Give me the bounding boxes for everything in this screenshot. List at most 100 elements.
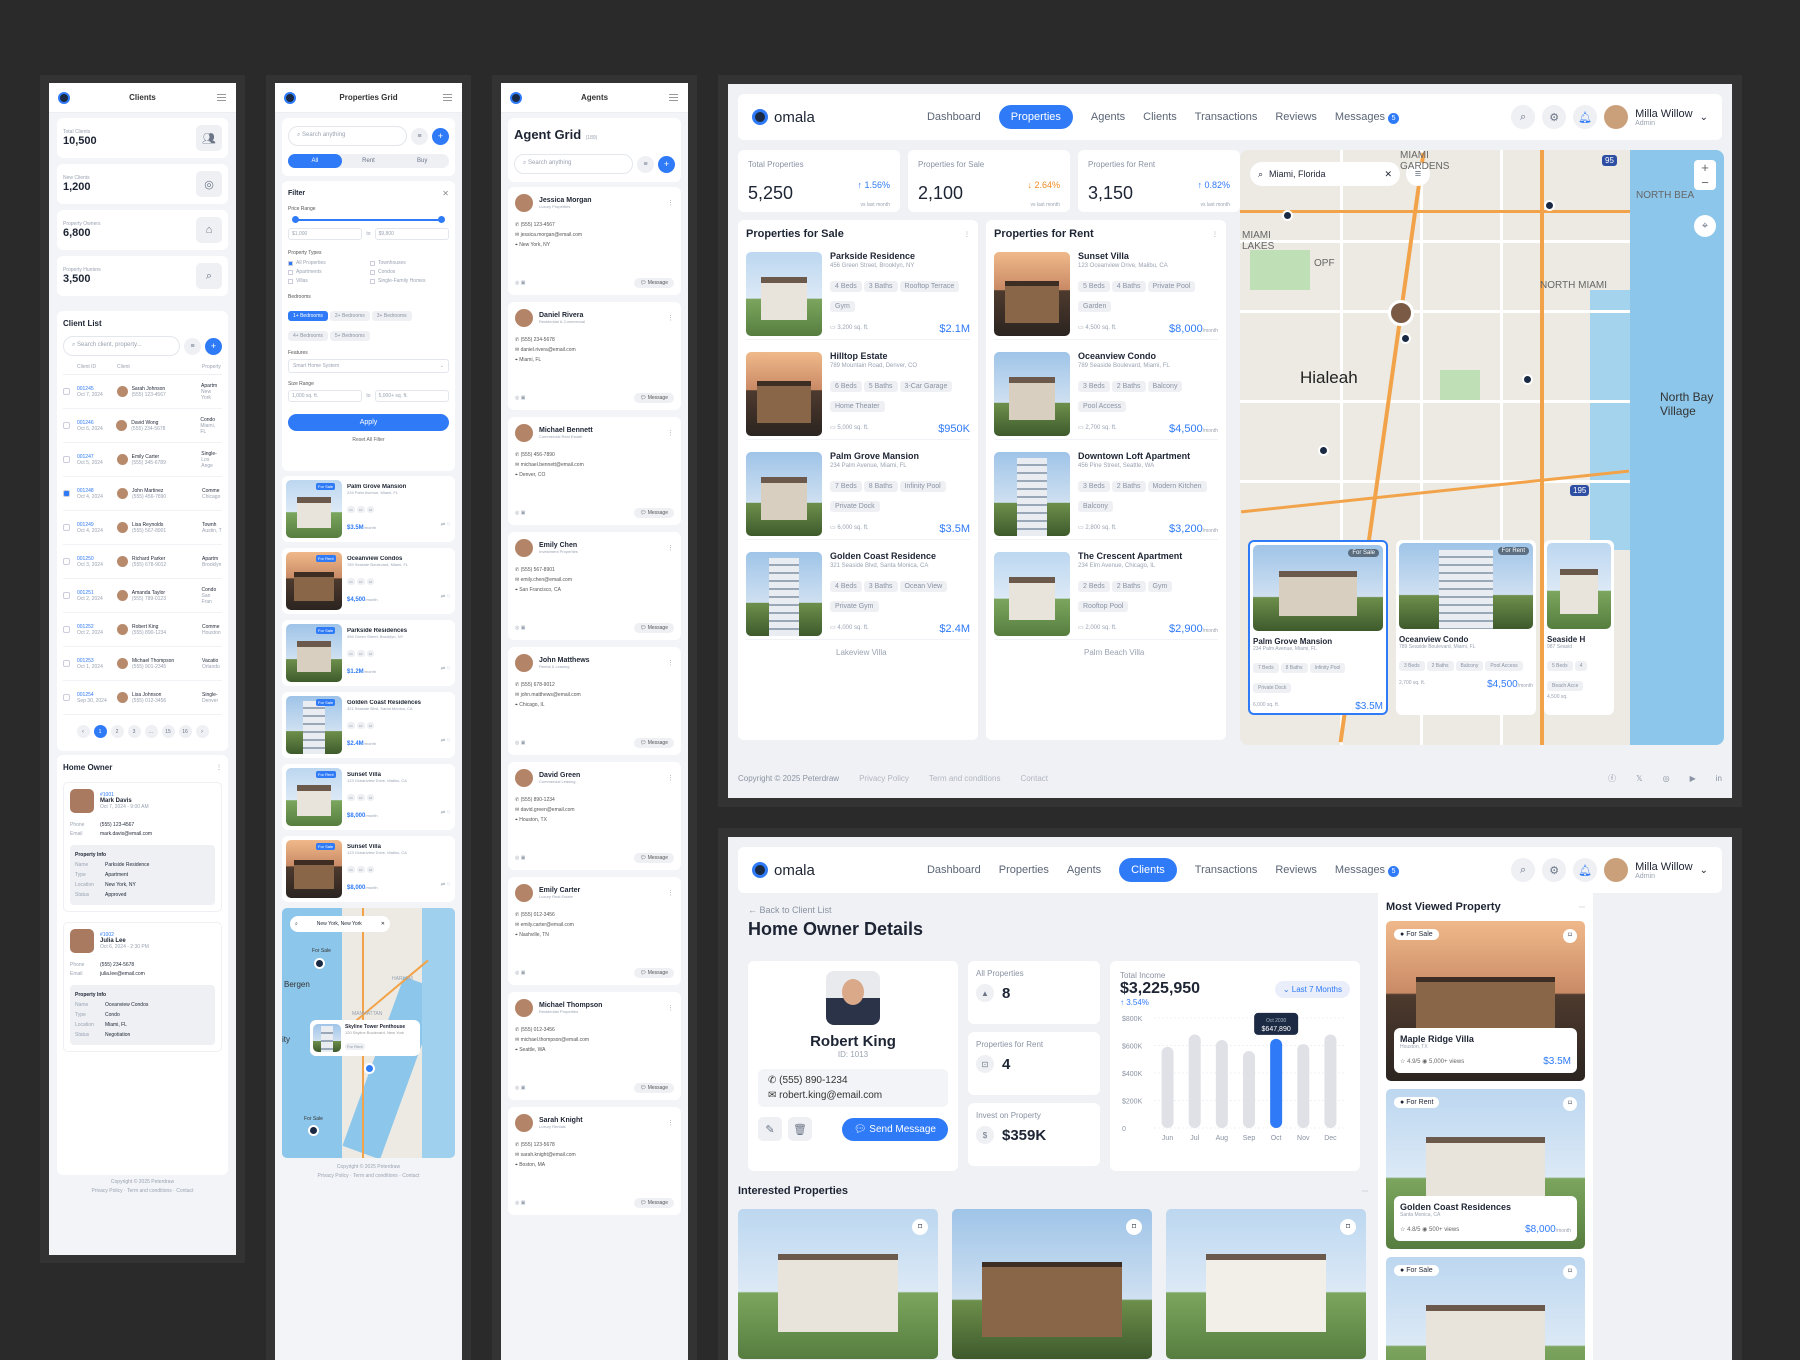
social-icon[interactable]: ▣ [521, 510, 526, 516]
add-client-button[interactable]: + [205, 337, 222, 355]
property-item[interactable]: Sunset Villa 123 Oceanview Drive, Malibu,… [994, 248, 1218, 340]
message-button[interactable]: 💬︎ Message [633, 853, 674, 863]
search-icon[interactable]: ⌕ [1511, 858, 1536, 882]
bedroom-option[interactable]: 1+ Bedrooms [288, 311, 328, 321]
row-checkbox[interactable] [63, 388, 70, 395]
map-property-card[interactable]: For Sale Palm Grove Mansion 234 Palm Aven… [1248, 540, 1388, 715]
avatar[interactable] [1604, 858, 1629, 882]
price-min-field[interactable]: $1,000 [288, 228, 363, 240]
map-property-card[interactable]: For Rent Oceanview Condo 789 Seaside Boul… [1396, 540, 1536, 715]
property-card[interactable]: For Rent Sunset Villa 123 Oceanview Drive… [282, 764, 455, 830]
social-icon[interactable]: ▣ [521, 280, 526, 286]
table-row[interactable]: 001248 Oct 4, 2024 John Martinez (555) 456… [63, 477, 222, 511]
filter-icon[interactable]: ≡ [411, 127, 428, 145]
chevron-down-icon[interactable]: ⌄ [1700, 112, 1708, 123]
social-icon[interactable]: ◎ [515, 1085, 519, 1091]
more-icon[interactable]: ⋮ [216, 764, 222, 771]
social-icon[interactable]: ◎ [515, 395, 519, 401]
agent-card[interactable]: Emily Carter Luxury Real Estate ⋮ ✆ (555) … [508, 877, 681, 985]
more-icon[interactable]: ⋮ [1212, 231, 1218, 238]
owner-item[interactable]: #1001 Mark Davis Oct 7, 2024 - 9:00 AM Pho… [63, 782, 222, 912]
nav-messages[interactable]: Messages 5 [1335, 111, 1400, 124]
type-checkbox[interactable]: Condos [370, 269, 449, 275]
nav-clients[interactable]: Clients [1119, 858, 1177, 882]
agent-card[interactable]: John Matthews Rental & Leasing ⋮ ✆ (555) 6… [508, 647, 681, 755]
size-min-field[interactable]: 1,000 sq. ft. [288, 390, 363, 402]
property-card[interactable]: For Sale Golden Coast Residences 321 Seas… [282, 692, 455, 758]
row-checkbox[interactable] [63, 490, 70, 497]
avatar[interactable] [1604, 105, 1629, 129]
social-icon[interactable]: ◎ [515, 625, 519, 631]
property-item[interactable]: Hilltop Estate 789 Mountain Road, Denver,… [746, 348, 970, 440]
social-icon[interactable]: ◎ [515, 855, 519, 861]
next-page-button[interactable]: › [195, 725, 209, 738]
search-input[interactable]: ⌕ Search anything [288, 126, 407, 146]
close-icon[interactable]: ✕ [442, 189, 449, 198]
bell-icon[interactable]: 🔔︎ [1573, 105, 1598, 129]
property-item[interactable]: Downtown Loft Apartment 456 Pine Street, … [994, 448, 1218, 540]
linkedin-icon[interactable]: in [1716, 774, 1722, 783]
map-pin[interactable] [1544, 200, 1555, 211]
map-pin[interactable] [1400, 333, 1411, 344]
more-icon[interactable]: ⋮ [667, 774, 674, 782]
send-message-button[interactable]: 💬︎ Send Message [841, 1117, 948, 1141]
bookmark-icon[interactable]: ⌑ [1563, 1265, 1577, 1279]
nav-agents[interactable]: Agents [1091, 111, 1125, 123]
property-card[interactable]: For Sale Palm Grove Mansion 234 Palm Aven… [282, 476, 455, 542]
nav-properties[interactable]: Properties [999, 864, 1049, 876]
interested-property[interactable]: ⌑ [952, 1209, 1152, 1359]
heart-icon[interactable]: ♡ [447, 882, 451, 888]
more-icon[interactable]: ⋮ [667, 889, 674, 897]
agent-card[interactable]: Sarah Knight Luxury Rentals ⋮ ✆ (555) 123-… [508, 1107, 681, 1215]
nav-dashboard[interactable]: Dashboard [927, 864, 981, 876]
bell-icon[interactable]: 🔔︎ [1573, 858, 1598, 882]
compare-icon[interactable]: ⇄ [441, 738, 445, 744]
bookmark-icon[interactable]: ⌑ [912, 1219, 928, 1235]
table-row[interactable]: 001245 Oct 7, 2024 Sarah Johnson (555) 123… [63, 375, 222, 409]
social-icon[interactable]: ▣ [521, 1200, 526, 1206]
property-card[interactable]: For Sale Sunset Villa 123 Oceanview Drive… [282, 836, 455, 902]
row-checkbox[interactable] [63, 456, 70, 463]
table-row[interactable]: 001252 Oct 2, 2024 Robert King (555) 890-1… [63, 613, 222, 647]
social-icon[interactable]: ◎ [515, 1200, 519, 1206]
most-viewed-property[interactable]: ● For Rent ⌑ Golden Coast Residences Sant… [1386, 1089, 1585, 1249]
type-checkbox[interactable]: Apartments [288, 269, 367, 275]
message-button[interactable]: 💬︎ Message [633, 623, 674, 633]
bedroom-option[interactable]: 4+ Bedrooms [288, 331, 328, 341]
menu-icon[interactable] [217, 94, 226, 101]
table-row[interactable]: 001251 Oct 2, 2024 Amanda Taylor (555) 789… [63, 579, 222, 613]
social-icon[interactable]: ▣ [521, 970, 526, 976]
social-icon[interactable]: ◎ [515, 510, 519, 516]
table-row[interactable]: 001249 Oct 4, 2024 Lisa Reynolds (555) 567… [63, 511, 222, 545]
compare-icon[interactable]: ⇄ [441, 882, 445, 888]
price-max-field[interactable]: $9,800 [374, 228, 450, 240]
search-input[interactable]: ⌕ Search anything [514, 154, 633, 174]
message-button[interactable]: 💬︎ Message [633, 738, 674, 748]
table-row[interactable]: 001253 Oct 1, 2024 Michael Thompson (555) … [63, 647, 222, 681]
page-button[interactable]: 3 [127, 725, 141, 738]
add-agent-button[interactable]: + [658, 155, 675, 173]
zoom-out-button[interactable]: − [1694, 175, 1716, 190]
more-icon[interactable]: ⋮ [667, 199, 674, 207]
back-link[interactable]: ← Back to Client List [748, 905, 923, 915]
row-checkbox[interactable] [63, 694, 70, 701]
table-row[interactable]: 001247 Oct 5, 2024 Emily Carter (555) 345-… [63, 443, 222, 477]
locate-icon[interactable]: ⌖ [1694, 215, 1716, 237]
property-item[interactable]: Parkside Residence 456 Green Street, Broo… [746, 248, 970, 340]
agent-card[interactable]: Daniel Rivera Residential & Commercial ⋮ ✆… [508, 302, 681, 410]
size-max-field[interactable]: 5,000+ sq. ft. [374, 390, 450, 402]
price-slider[interactable] [288, 215, 449, 225]
edit-icon[interactable]: ✎ [758, 1117, 782, 1141]
close-icon[interactable]: ✕ [1384, 169, 1392, 180]
close-icon[interactable]: ✕ [381, 921, 385, 927]
agent-card[interactable]: Michael Thompson Residential Properties ⋮ … [508, 992, 681, 1100]
trash-icon[interactable]: 🗑︎ [788, 1117, 812, 1141]
nav-dashboard[interactable]: Dashboard [927, 111, 981, 123]
social-icon[interactable]: ▣ [521, 625, 526, 631]
compare-icon[interactable]: ⇄ [441, 594, 445, 600]
search-icon[interactable]: ⌕ [1511, 105, 1536, 129]
more-icon[interactable]: ⋯ [1579, 904, 1585, 911]
add-button[interactable]: + [432, 127, 449, 145]
type-checkbox[interactable]: Townhouses [370, 260, 449, 266]
row-checkbox[interactable] [63, 422, 70, 429]
